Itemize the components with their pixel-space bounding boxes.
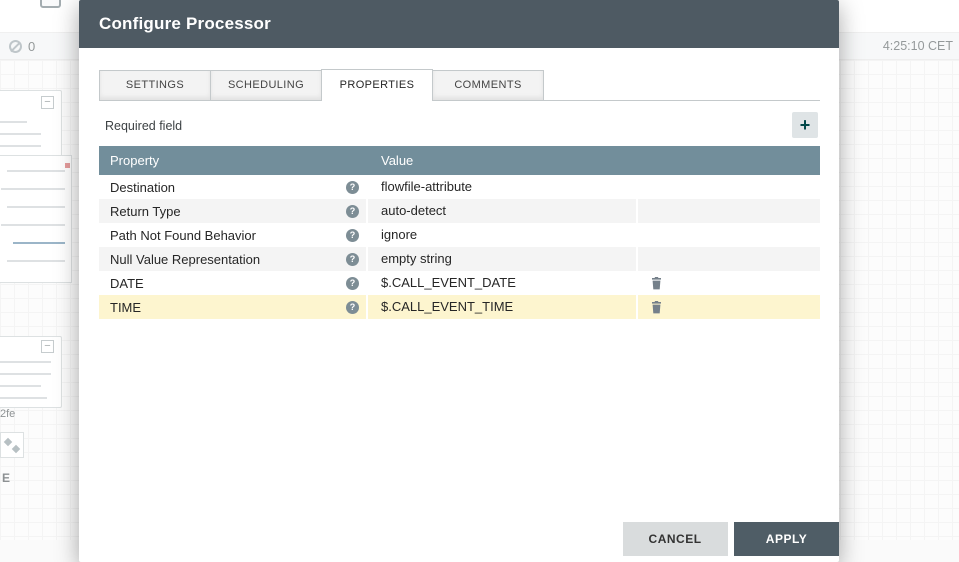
tab-comments[interactable]: COMMENTS <box>432 70 544 100</box>
tab-scheduling[interactable]: SCHEDULING <box>210 70 322 100</box>
property-name: Path Not Found Behavior <box>110 228 256 243</box>
help-icon[interactable]: ? <box>346 277 359 290</box>
property-row-path-not-found-behavior: Path Not Found Behavior ? ignore <box>99 223 820 247</box>
dialog-title: Configure Processor <box>79 0 271 48</box>
configure-processor-dialog: Configure Processor SETTINGS SCHEDULING … <box>79 0 839 562</box>
trash-icon <box>651 301 662 314</box>
property-name: Destination <box>110 180 175 195</box>
property-name: DATE <box>110 276 144 291</box>
trash-icon <box>651 277 662 290</box>
plus-icon: + <box>800 115 811 135</box>
property-value[interactable]: empty string <box>368 247 636 271</box>
property-value[interactable]: $.CALL_EVENT_TIME <box>368 295 636 319</box>
dialog-header: Configure Processor <box>79 0 839 48</box>
tab-bar: SETTINGS SCHEDULING PROPERTIES COMMENTS <box>99 70 820 101</box>
property-name: Return Type <box>110 204 181 219</box>
property-row-destination: Destination ? flowfile-attribute <box>99 175 820 199</box>
property-value[interactable]: auto-detect <box>368 199 636 223</box>
add-property-button[interactable]: + <box>792 112 818 138</box>
property-value[interactable]: $.CALL_EVENT_DATE <box>368 271 636 295</box>
property-name: TIME <box>110 300 141 315</box>
cancel-button[interactable]: CANCEL <box>623 522 728 556</box>
apply-button[interactable]: APPLY <box>734 522 839 556</box>
required-field-label: Required field <box>105 119 182 133</box>
property-value[interactable]: ignore <box>368 223 636 247</box>
property-row-time: TIME ? $.CALL_EVENT_TIME <box>99 295 820 319</box>
table-header-row: Property Value <box>99 146 820 175</box>
property-row-return-type: Return Type ? auto-detect <box>99 199 820 223</box>
help-icon[interactable]: ? <box>346 229 359 242</box>
property-row-date: DATE ? $.CALL_EVENT_DATE <box>99 271 820 295</box>
property-name: Null Value Representation <box>110 252 260 267</box>
help-icon[interactable]: ? <box>346 301 359 314</box>
delete-property-button[interactable] <box>651 301 662 314</box>
help-icon[interactable]: ? <box>346 253 359 266</box>
delete-property-button[interactable] <box>651 277 662 290</box>
property-row-null-value-representation: Null Value Representation ? empty string <box>99 247 820 271</box>
help-icon[interactable]: ? <box>346 181 359 194</box>
tab-properties[interactable]: PROPERTIES <box>321 69 433 101</box>
column-header-actions <box>638 146 820 175</box>
properties-table: Property Value Destination ? flowfile-at… <box>99 146 820 319</box>
column-header-value: Value <box>368 146 638 175</box>
help-icon[interactable]: ? <box>346 205 359 218</box>
column-header-property: Property <box>99 146 368 175</box>
dialog-action-buttons: CANCEL APPLY <box>623 522 839 556</box>
property-value[interactable]: flowfile-attribute <box>368 175 636 199</box>
tab-settings[interactable]: SETTINGS <box>99 70 211 100</box>
